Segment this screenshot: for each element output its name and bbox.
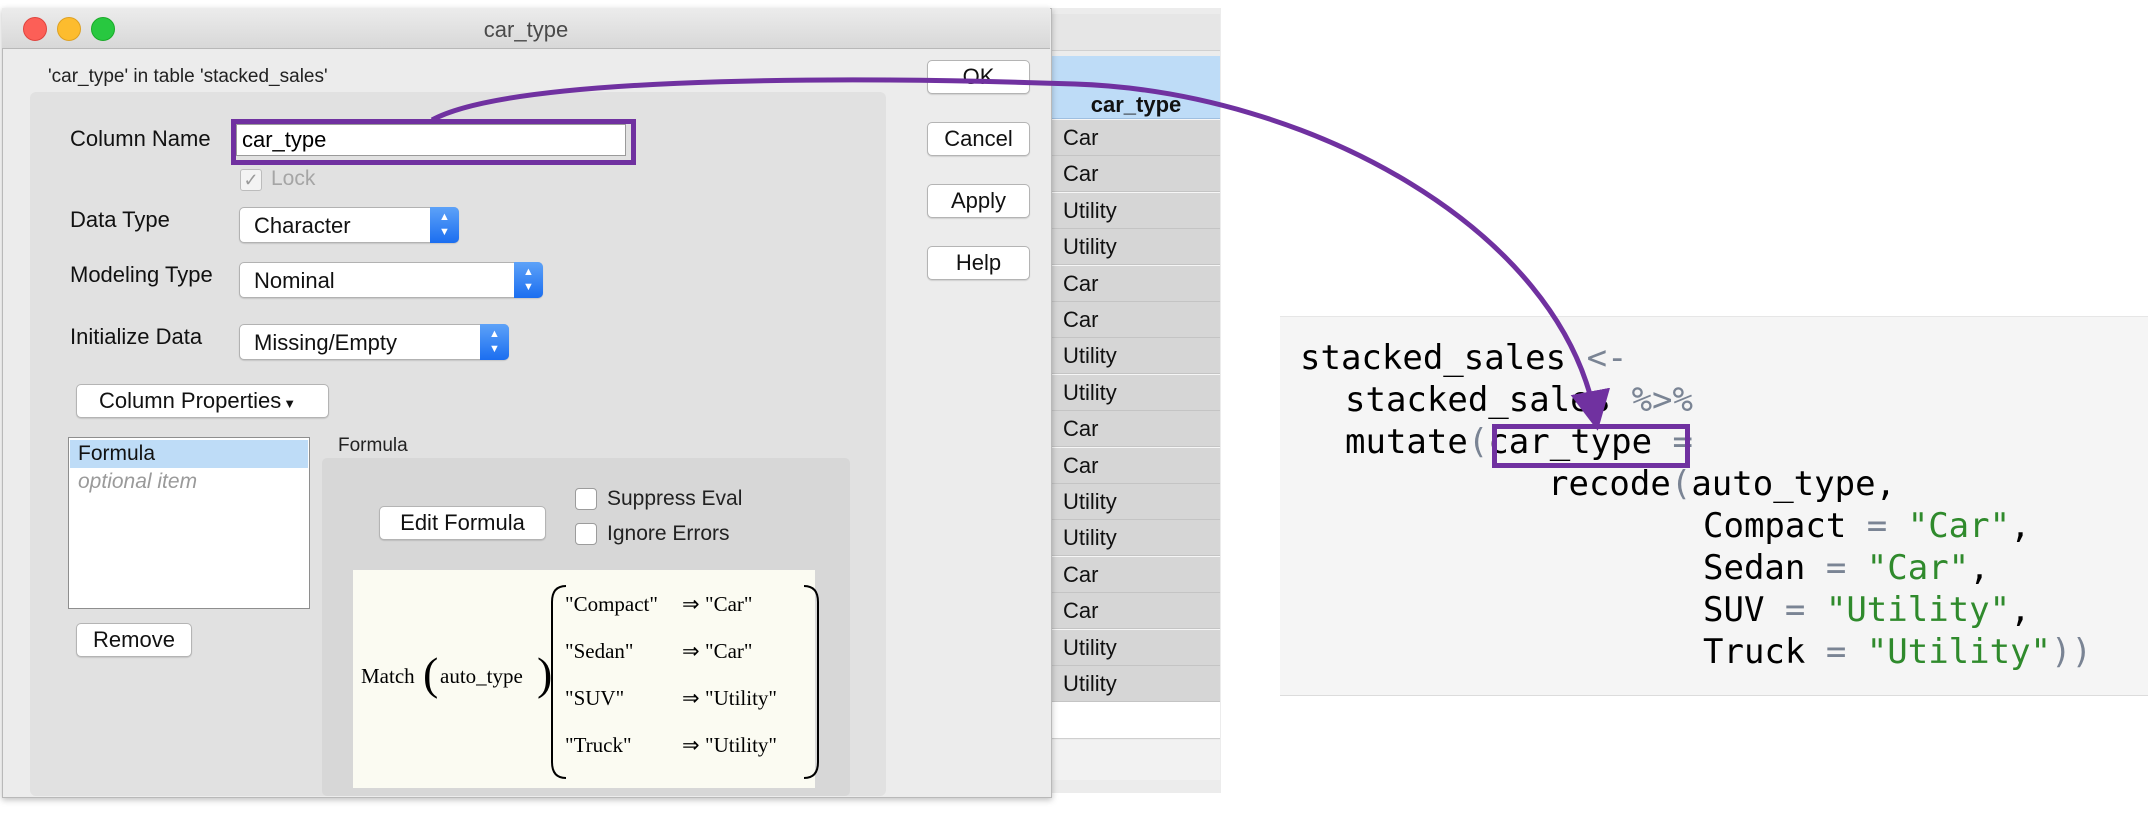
- annotation-arrow: [430, 77, 1610, 431]
